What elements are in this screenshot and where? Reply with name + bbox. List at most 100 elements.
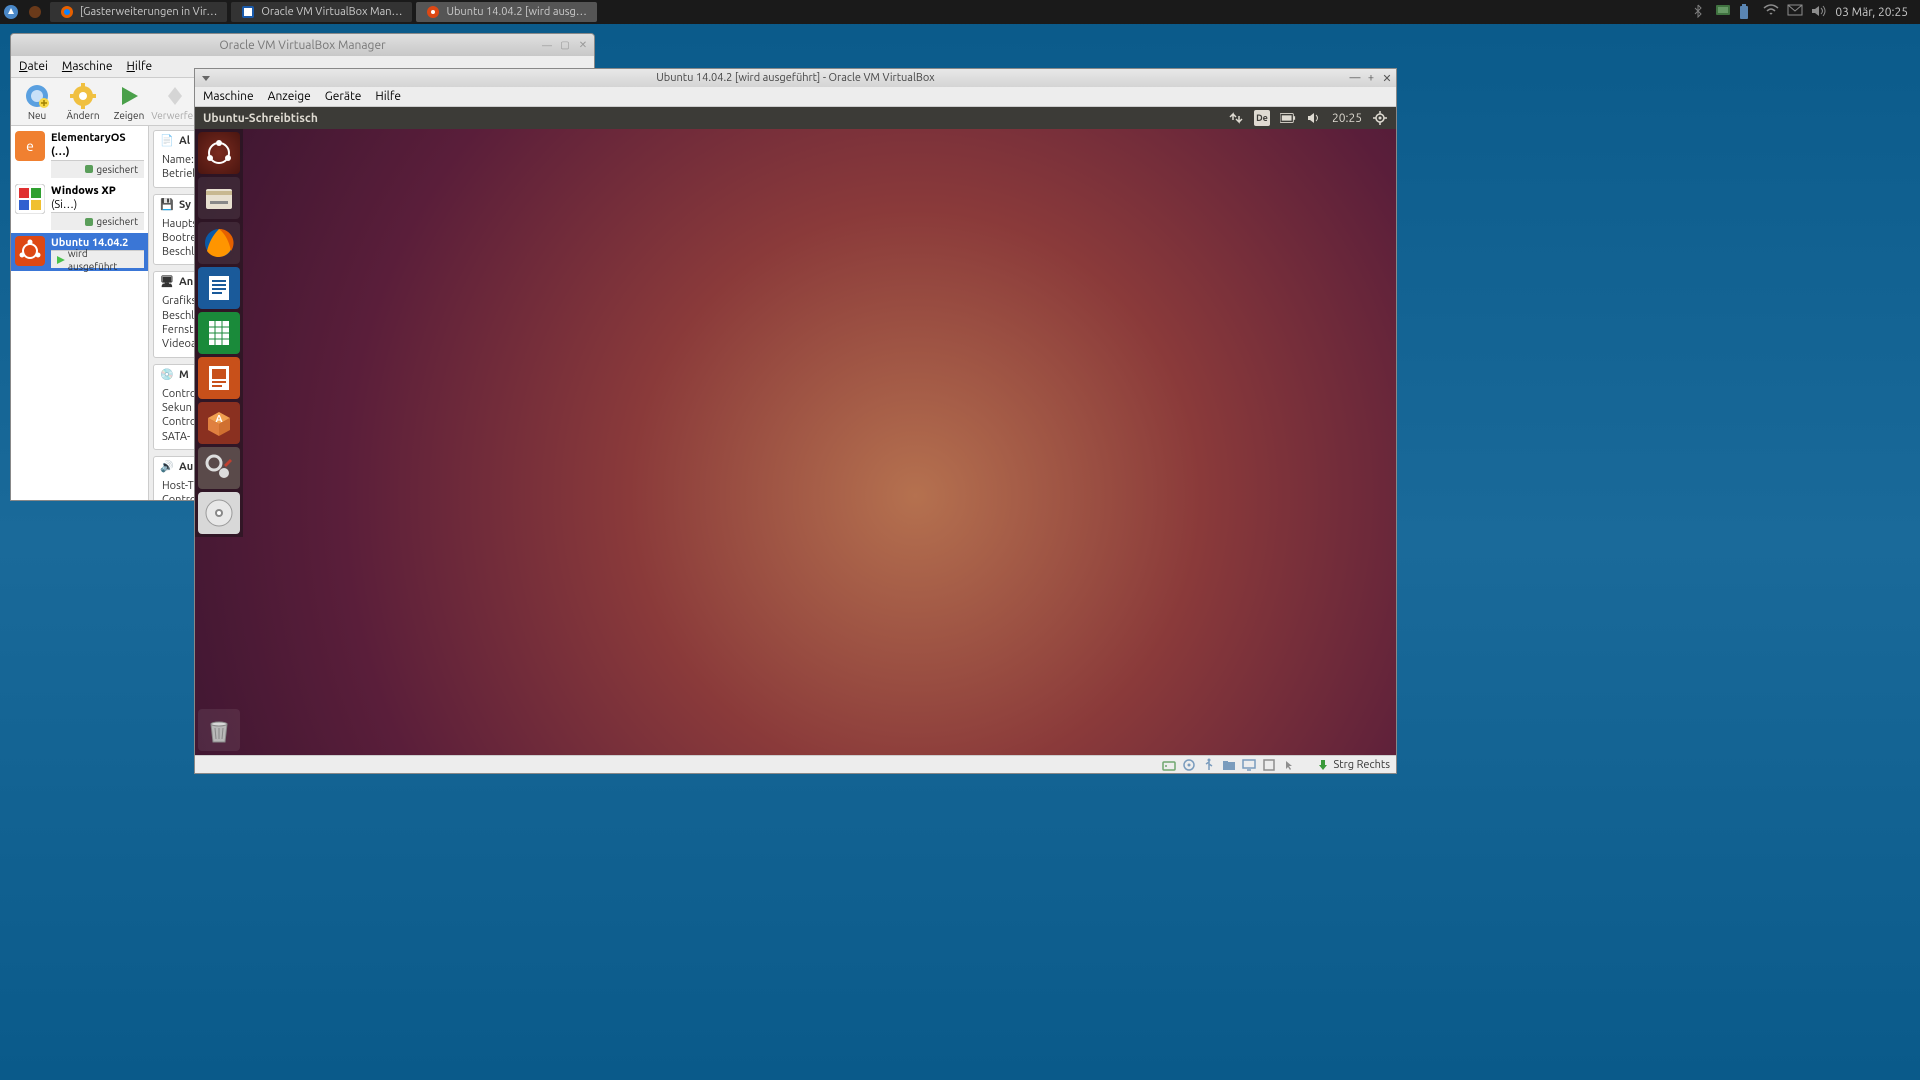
- wifi-icon[interactable]: [1763, 4, 1779, 20]
- vm-name: Windows XP (Si…): [51, 184, 144, 213]
- launcher-firefox-icon[interactable]: [198, 222, 240, 264]
- bluetooth-icon[interactable]: [1691, 4, 1707, 20]
- network-updown-icon[interactable]: [1228, 110, 1244, 126]
- menu-maschine[interactable]: Maschine: [203, 90, 254, 103]
- window-title: Ubuntu 14.04.2 [wird ausgeführt] - Oracl…: [656, 72, 934, 84]
- audio-icon: 🔊: [160, 460, 174, 474]
- hostkey-indicator[interactable]: Strg Rechts: [1316, 758, 1391, 772]
- vm-status: gesichert: [51, 160, 144, 178]
- window-titlebar[interactable]: Oracle VM VirtualBox Manager — ▢ ✕: [11, 34, 594, 56]
- start-icon: [116, 83, 142, 109]
- vm-list-item[interactable]: e ElementaryOS (…) gesichert: [11, 128, 148, 181]
- display-icon[interactable]: [1715, 4, 1731, 20]
- launcher-settings-icon[interactable]: [198, 447, 240, 489]
- unity-panel-title: Ubuntu-Schreibtisch: [203, 112, 318, 125]
- vm-status: gesichert: [51, 212, 144, 230]
- ubuntu-icon: [426, 5, 440, 19]
- launcher-software-center-icon[interactable]: A: [198, 402, 240, 444]
- window-close-icon[interactable]: ✕: [576, 38, 590, 52]
- taskbar-label: Oracle VM VirtualBox Man…: [261, 6, 402, 18]
- display-icon: 🖥: [160, 275, 174, 289]
- vm-name: ElementaryOS (…): [51, 131, 144, 160]
- toolbar-discard-button: Verwerfen: [153, 83, 197, 121]
- menu-datei[interactable]: Datei: [19, 60, 48, 73]
- window-maximize-icon[interactable]: +: [1364, 71, 1378, 85]
- toolbar-label: Verwerfen: [151, 110, 199, 121]
- firefox-icon: [60, 5, 74, 19]
- storage-icon: 💿: [160, 368, 174, 382]
- unity-launcher: A: [195, 129, 243, 537]
- window-title: Oracle VM VirtualBox Manager: [219, 39, 385, 52]
- system-icon: 💾: [160, 198, 174, 212]
- window-maximize-icon[interactable]: ▢: [558, 38, 572, 52]
- toolbar-show-button[interactable]: Zeigen: [107, 83, 151, 121]
- general-icon: 📄: [160, 134, 174, 148]
- svg-text:e: e: [26, 138, 34, 154]
- new-vm-icon: [24, 83, 50, 109]
- vm-list-item[interactable]: Windows XP (Si…) gesichert: [11, 181, 148, 234]
- vm-os-icon: [15, 236, 45, 266]
- vm-statusbar: Strg Rechts: [195, 755, 1396, 773]
- window-minimize-icon[interactable]: —: [1348, 71, 1362, 85]
- dropdown-icon[interactable]: [201, 73, 211, 83]
- toolbar-label: Neu: [28, 110, 46, 121]
- discard-icon: [162, 83, 188, 109]
- guest-desktop[interactable]: Ubuntu-Schreibtisch De 20:25 A: [195, 107, 1396, 755]
- gear-icon: [70, 83, 96, 109]
- volume-icon[interactable]: [1811, 4, 1827, 20]
- vm-status: wird ausgeführt: [51, 250, 144, 268]
- menu-geraete[interactable]: Geräte: [325, 90, 362, 103]
- launcher-trash-icon[interactable]: [198, 709, 240, 751]
- toolbar-label: Ändern: [66, 110, 99, 121]
- capture-icon[interactable]: [1262, 758, 1276, 772]
- disc-icon[interactable]: [1182, 758, 1196, 772]
- hostkey-label: Strg Rechts: [1334, 759, 1391, 771]
- window-minimize-icon[interactable]: —: [540, 38, 554, 52]
- shared-folder-icon[interactable]: [1222, 758, 1236, 772]
- menubar: Maschine Anzeige Geräte Hilfe: [195, 87, 1396, 107]
- window-close-icon[interactable]: ✕: [1380, 71, 1394, 85]
- taskbar-item-vm-guest[interactable]: Ubuntu 14.04.2 [wird ausg…: [416, 2, 596, 22]
- launcher-writer-icon[interactable]: [198, 267, 240, 309]
- battery-icon[interactable]: [1739, 4, 1755, 20]
- host-app-icon[interactable]: [24, 1, 46, 23]
- unity-top-panel: Ubuntu-Schreibtisch De 20:25: [195, 107, 1396, 129]
- toolbar-settings-button[interactable]: Ändern: [61, 83, 105, 121]
- launcher-calc-icon[interactable]: [198, 312, 240, 354]
- volume-icon[interactable]: [1306, 110, 1322, 126]
- launcher-files-icon[interactable]: [198, 177, 240, 219]
- taskbar-item-vbox-manager[interactable]: Oracle VM VirtualBox Man…: [231, 2, 412, 22]
- mouse-integration-icon[interactable]: [1282, 758, 1296, 772]
- host-system-tray: 03 Mär, 20:25: [1691, 4, 1920, 20]
- usb-icon[interactable]: [1202, 758, 1216, 772]
- taskbar-label: [Gasterweiterungen in Vir…: [80, 6, 217, 18]
- vm-list: e ElementaryOS (…) gesichert Windows XP …: [11, 126, 149, 500]
- window-titlebar[interactable]: Ubuntu 14.04.2 [wird ausgeführt] - Oracl…: [195, 69, 1396, 87]
- unity-clock[interactable]: 20:25: [1332, 112, 1362, 125]
- virtualbox-icon: [241, 5, 255, 19]
- menu-maschine[interactable]: Maschine: [62, 60, 113, 73]
- mail-icon[interactable]: [1787, 4, 1803, 20]
- svg-text:A: A: [215, 413, 222, 424]
- vm-os-icon: [15, 184, 45, 214]
- toolbar-label: Zeigen: [114, 110, 145, 121]
- vm-guest-window: Ubuntu 14.04.2 [wird ausgeführt] - Oracl…: [194, 68, 1397, 774]
- host-clock[interactable]: 03 Mär, 20:25: [1835, 6, 1908, 19]
- menu-anzeige[interactable]: Anzeige: [268, 90, 311, 103]
- menu-hilfe[interactable]: Hilfe: [127, 60, 153, 73]
- taskbar-label: Ubuntu 14.04.2 [wird ausg…: [446, 6, 586, 18]
- launcher-dash-icon[interactable]: [198, 132, 240, 174]
- gear-icon[interactable]: [1372, 110, 1388, 126]
- host-top-panel: [Gasterweiterungen in Vir… Oracle VM Vir…: [0, 0, 1920, 24]
- host-menu-icon[interactable]: [0, 1, 22, 23]
- vm-list-item-selected[interactable]: Ubuntu 14.04.2 wird ausgeführt: [11, 233, 148, 271]
- taskbar-item-firefox[interactable]: [Gasterweiterungen in Vir…: [50, 2, 227, 22]
- hdd-icon[interactable]: [1162, 758, 1176, 772]
- menu-hilfe[interactable]: Hilfe: [375, 90, 401, 103]
- launcher-impress-icon[interactable]: [198, 357, 240, 399]
- display-icon[interactable]: [1242, 758, 1256, 772]
- keyboard-layout-indicator[interactable]: De: [1254, 110, 1270, 126]
- launcher-disc-icon[interactable]: [198, 492, 240, 534]
- toolbar-new-button[interactable]: Neu: [15, 83, 59, 121]
- battery-icon[interactable]: [1280, 110, 1296, 126]
